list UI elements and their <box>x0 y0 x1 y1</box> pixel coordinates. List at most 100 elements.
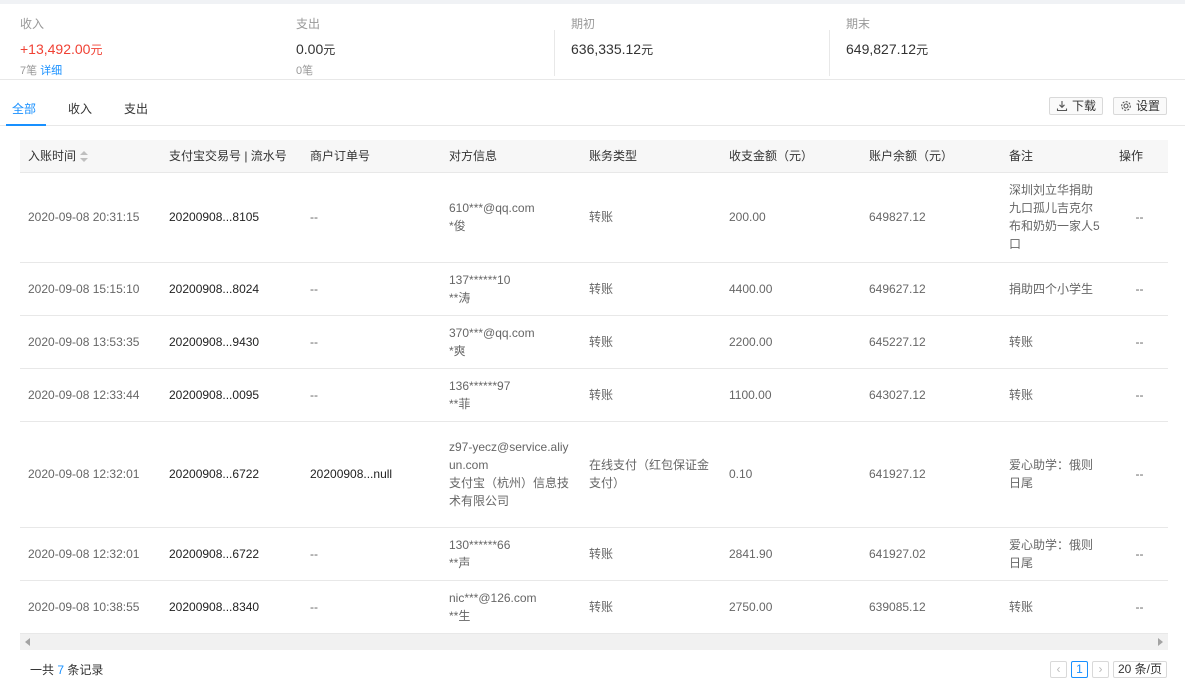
cell-counterparty: nic***@126.com **生 <box>441 580 581 634</box>
tab-all[interactable]: 全部 <box>12 100 36 118</box>
income-label: 收入 <box>20 17 45 31</box>
cell-balance: 641927.02 <box>861 527 1001 581</box>
summary-opening: 期初 636,335.12元 <box>571 16 821 76</box>
cell-balance: 641927.12 <box>861 421 1001 528</box>
scroll-left-icon[interactable] <box>25 638 30 646</box>
cell-remark: 深圳刘立华捐助九口孤儿吉克尔布和奶奶一家人5口 <box>1001 172 1111 263</box>
cell-order-no: -- <box>302 172 441 263</box>
total-records: 一共 7 条记录 <box>30 662 103 678</box>
opening-label: 期初 <box>571 17 596 31</box>
col-remark: 备注 <box>1001 140 1111 173</box>
cell-remark: 转账 <box>1001 368 1111 422</box>
cell-remark: 爱心助学：俄则日尾 <box>1001 527 1111 581</box>
cell-order-no: -- <box>302 368 441 422</box>
counterparty-name: **菲 <box>449 396 471 411</box>
counterparty-account: z97-yecz@service.aliyun.com <box>449 440 569 472</box>
income-detail-link[interactable]: 详细 <box>40 65 62 76</box>
cell-time: 2020-09-08 12:33:44 <box>20 368 161 422</box>
cell-time: 2020-09-08 12:32:01 <box>20 421 161 528</box>
table-row: 2020-09-08 20:31:15 20200908...8105 -- 6… <box>20 172 1168 263</box>
tab-expense[interactable]: 支出 <box>124 100 148 118</box>
counterparty-account: 610***@qq.com <box>449 201 535 215</box>
cell-counterparty: 130******66 **声 <box>441 527 581 581</box>
income-amount: +13,492.00 <box>20 41 91 57</box>
closing-label: 期末 <box>846 17 871 31</box>
total-count: 7 <box>57 663 65 677</box>
gear-icon <box>1121 101 1131 111</box>
next-page-button[interactable]: › <box>1091 661 1109 678</box>
cell-trade-no: 20200908...6722 <box>161 527 302 581</box>
tab-income[interactable]: 收入 <box>68 100 92 118</box>
counterparty-account: 137******10 <box>449 272 511 287</box>
download-button[interactable]: 下载 <box>1049 97 1104 115</box>
counterparty-account: nic***@126.com <box>449 590 537 605</box>
cell-amount: 2200.00 <box>721 315 861 369</box>
page-size-label: 20 条/页 <box>1117 662 1162 676</box>
cell-order-no: -- <box>302 527 441 581</box>
opening-unit: 元 <box>641 43 654 57</box>
scroll-right-icon[interactable] <box>1158 638 1163 646</box>
opening-amount: 636,335.12 <box>571 41 642 57</box>
closing-amount: 649,827.12 <box>846 41 917 57</box>
table-row: 2020-09-08 10:38:55 20200908...8340 -- n… <box>20 580 1168 634</box>
expense-unit: 元 <box>323 43 336 57</box>
cell-type: 转账 <box>581 580 721 634</box>
total-suffix: 条记录 <box>67 663 104 677</box>
cell-order-no: -- <box>302 315 441 369</box>
opening-value: 636,335.12元 <box>571 40 821 59</box>
cell-remark: 转账 <box>1001 315 1111 369</box>
summary-bar: 收入 +13,492.00元 7笔 详细 支出 0.00元 0笔 期初 636,… <box>0 4 1185 80</box>
expense-count: 0笔 <box>296 65 314 76</box>
summary-divider <box>554 30 555 76</box>
col-counterparty: 对方信息 <box>441 140 581 173</box>
page-number-button[interactable]: 1 <box>1070 661 1088 678</box>
summary-expense: 支出 0.00元 0笔 <box>296 16 546 76</box>
settings-button[interactable]: 设置 <box>1113 97 1168 115</box>
settings-label: 设置 <box>1136 99 1161 113</box>
cell-time: 2020-09-08 15:15:10 <box>20 262 161 316</box>
counterparty-account: 130******66 <box>449 537 511 552</box>
cell-amount: 200.00 <box>721 172 861 263</box>
counterparty-account: 136******97 <box>449 378 511 393</box>
horizontal-scrollbar[interactable] <box>20 634 1168 650</box>
table-row: 2020-09-08 12:32:01 20200908...6722 2020… <box>20 421 1168 528</box>
cell-op: -- <box>1111 368 1168 422</box>
total-prefix: 一共 <box>30 663 55 677</box>
income-unit: 元 <box>90 43 103 57</box>
table-row: 2020-09-08 12:33:44 20200908...0095 -- 1… <box>20 368 1168 422</box>
closing-value: 649,827.12元 <box>846 40 1096 59</box>
cell-balance: 643027.12 <box>861 368 1001 422</box>
cell-type: 转账 <box>581 315 721 369</box>
col-time[interactable]: 入账时间 <box>20 140 161 173</box>
summary-divider <box>829 30 830 76</box>
sort-icon[interactable] <box>80 151 89 163</box>
cell-trade-no: 20200908...0095 <box>161 368 302 422</box>
chevron-left-icon: ‹ <box>1056 662 1061 676</box>
prev-page-button[interactable]: ‹ <box>1049 661 1067 678</box>
cell-type: 转账 <box>581 172 721 263</box>
income-value: +13,492.00元 <box>20 40 270 59</box>
cell-amount: 4400.00 <box>721 262 861 316</box>
page-size-select[interactable]: 20 条/页 <box>1112 661 1167 678</box>
cell-order-no: -- <box>302 262 441 316</box>
table-header: 入账时间 支付宝交易号 | 流水号 商户订单号 对方信息 账务类型 收支金额（元… <box>20 140 1168 173</box>
cell-remark: 爱心助学：俄则日尾 <box>1001 421 1111 528</box>
cell-balance: 649827.12 <box>861 172 1001 263</box>
col-op: 操作 <box>1111 140 1168 173</box>
cell-time: 2020-09-08 13:53:35 <box>20 315 161 369</box>
pagination: ‹ 1 › 20 条/页 <box>1049 661 1167 679</box>
expense-value: 0.00元 <box>296 40 546 59</box>
cell-time: 2020-09-08 12:32:01 <box>20 527 161 581</box>
cell-amount: 1100.00 <box>721 368 861 422</box>
col-balance: 账户余额（元） <box>861 140 1001 173</box>
cell-op: -- <box>1111 315 1168 369</box>
expense-label: 支出 <box>296 17 321 31</box>
bill-table: 入账时间 支付宝交易号 | 流水号 商户订单号 对方信息 账务类型 收支金额（元… <box>20 140 1168 650</box>
cell-type: 转账 <box>581 368 721 422</box>
col-order-no: 商户订单号 <box>302 140 441 173</box>
cell-time: 2020-09-08 10:38:55 <box>20 580 161 634</box>
cell-op: -- <box>1111 172 1168 263</box>
cell-amount: 2750.00 <box>721 580 861 634</box>
tab-active-indicator <box>6 124 46 126</box>
cell-amount: 0.10 <box>721 421 861 528</box>
